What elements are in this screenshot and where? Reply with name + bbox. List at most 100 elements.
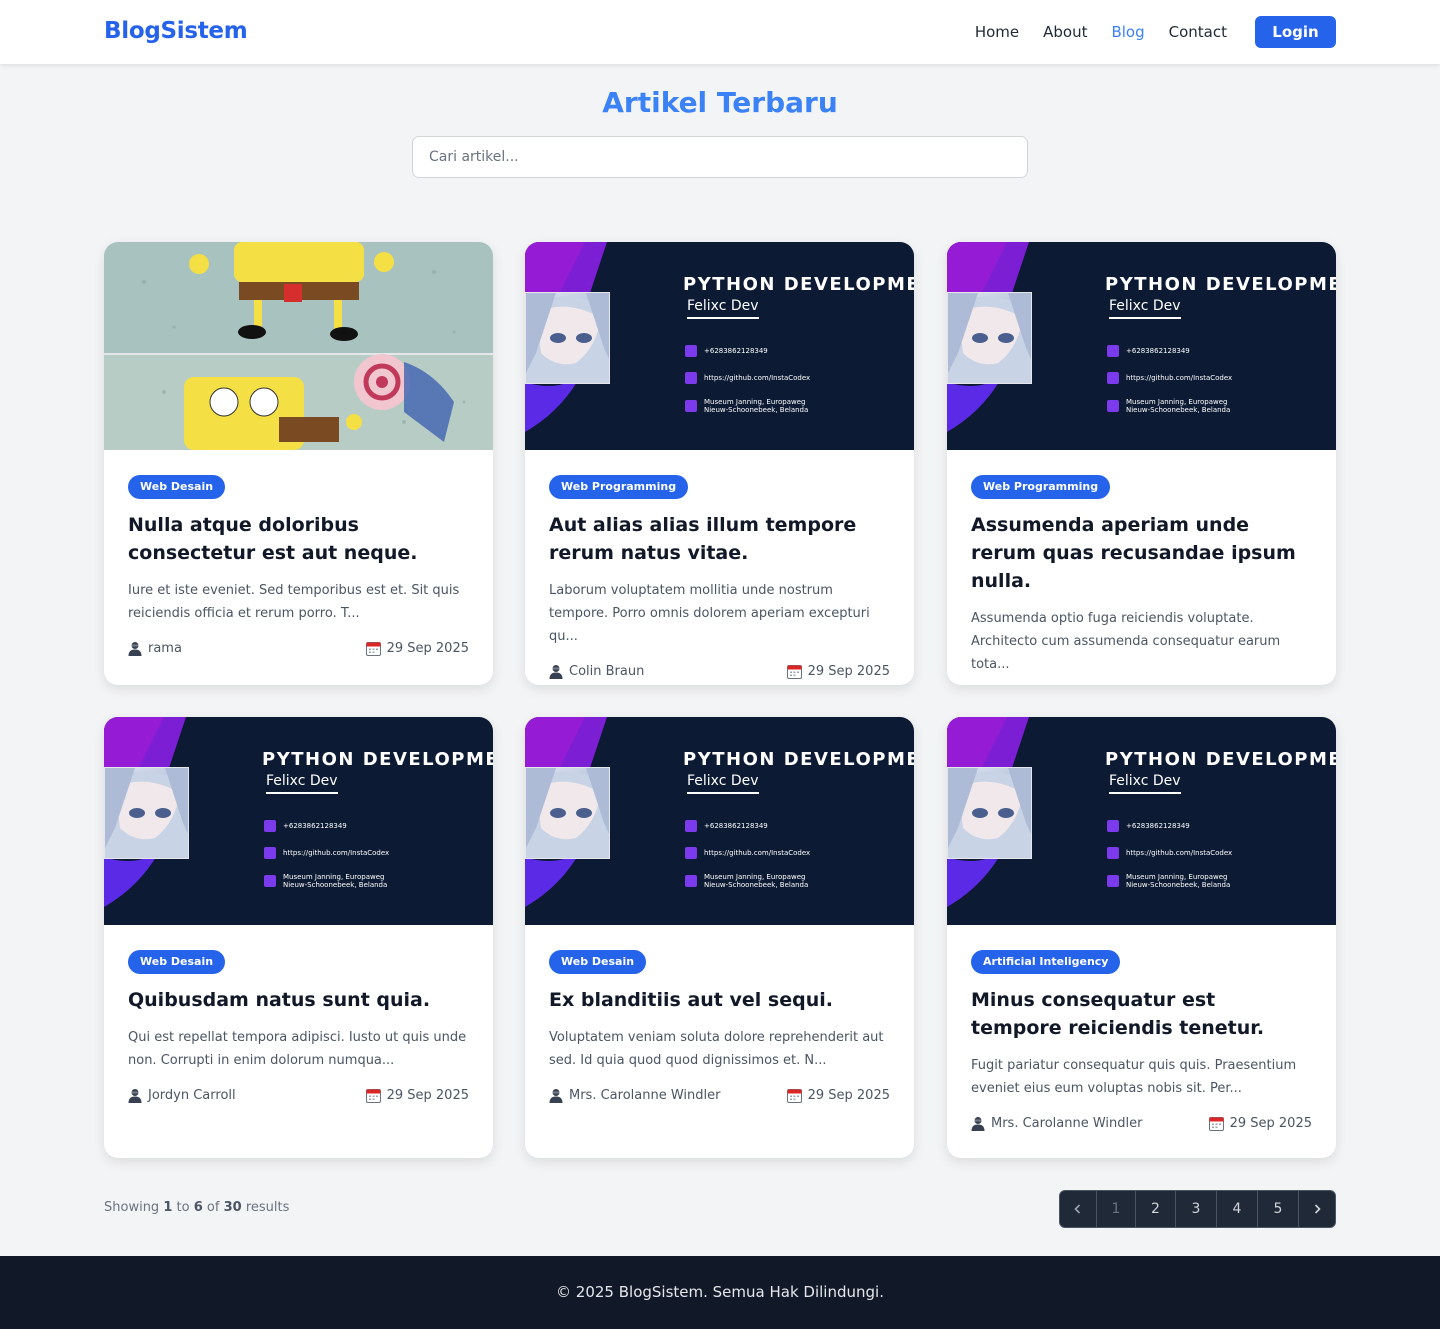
- card-image-python-developer: PYTHON DEVELOPME Felixc Dev +62838621283…: [525, 717, 914, 925]
- article-excerpt: Iure et iste eveniet. Sed temporibus est…: [128, 583, 460, 621]
- avatar-face-icon: [948, 293, 1031, 383]
- article-title[interactable]: Assumenda aperiam unde rerum quas recusa…: [971, 511, 1312, 595]
- article-card-body: Web Desain Quibusdam natus sunt quia. Qu…: [104, 925, 493, 1103]
- category-badge[interactable]: Web Desain: [549, 950, 647, 974]
- card-image-name: Felixc Dev: [1109, 773, 1181, 794]
- category-badge[interactable]: Web Desain: [128, 475, 226, 499]
- card-image-title: PYTHON DEVELOPME: [683, 274, 914, 295]
- category-badge[interactable]: Web Desain: [128, 950, 226, 974]
- card-image-phone: +6283862128349: [685, 820, 768, 832]
- article-card[interactable]: Web Desain Nulla atque doloribus consect…: [104, 242, 493, 685]
- article-title[interactable]: Ex blanditiis aut vel sequi.: [549, 986, 890, 1014]
- card-image-phone: +6283862128349: [1107, 345, 1190, 357]
- nav-link-contact[interactable]: Contact: [1169, 16, 1227, 48]
- globe-icon: [1107, 372, 1119, 384]
- calendar-icon: [365, 1089, 381, 1103]
- user-icon: [128, 1089, 142, 1103]
- search-input[interactable]: [412, 136, 1028, 178]
- nav-link-blog[interactable]: Blog: [1111, 16, 1144, 48]
- card-image-title: PYTHON DEVELOPME: [1105, 274, 1336, 295]
- article-meta: Colin Braun 29 Sep 2025: [549, 664, 890, 679]
- article-card-body: Web Programming Aut alias alias illum te…: [525, 450, 914, 679]
- article-card-body: Artificial Inteligency Minus consequatur…: [947, 925, 1336, 1131]
- login-button[interactable]: Login: [1255, 16, 1336, 48]
- page-1[interactable]: 1: [1097, 1191, 1136, 1227]
- category-badge[interactable]: Web Programming: [549, 475, 689, 499]
- article-meta: Jordyn Carroll 29 Sep 2025: [128, 1088, 469, 1103]
- card-image-title: PYTHON DEVELOPME: [1105, 749, 1336, 770]
- nav-link-about[interactable]: About: [1043, 16, 1087, 48]
- location-icon: [685, 400, 697, 412]
- page-2[interactable]: 2: [1136, 1191, 1176, 1227]
- nav-link-home[interactable]: Home: [975, 16, 1019, 48]
- user-icon: [549, 665, 563, 679]
- article-thumbnail[interactable]: PYTHON DEVELOPME Felixc Dev +62838621283…: [947, 717, 1336, 925]
- anime-avatar-image: [525, 292, 610, 384]
- article-thumbnail[interactable]: PYTHON DEVELOPME Felixc Dev +62838621283…: [525, 717, 914, 925]
- pagination: 1 2 3 4 5: [1059, 1190, 1336, 1228]
- location-icon: [1107, 875, 1119, 887]
- user-icon: [128, 642, 142, 656]
- author-name: Mrs. Carolanne Windler: [991, 1116, 1143, 1131]
- chevron-right-icon: [1314, 1204, 1321, 1214]
- article-card[interactable]: PYTHON DEVELOPME Felixc Dev +62838621283…: [947, 242, 1336, 685]
- card-image-title: PYTHON DEVELOPME: [683, 749, 914, 770]
- user-icon: [549, 1089, 563, 1103]
- prev-page-button[interactable]: [1060, 1191, 1097, 1227]
- card-image-name: Felixc Dev: [266, 773, 338, 794]
- card-image-address: Museum Janning, Europaweg Nieuw-Schoonebe…: [264, 873, 387, 889]
- article-card[interactable]: PYTHON DEVELOPME Felixc Dev +62838621283…: [947, 717, 1336, 1158]
- date-text: 29 Sep 2025: [807, 1088, 890, 1103]
- category-badge[interactable]: Web Programming: [971, 475, 1111, 499]
- nav-links: Home About Blog Contact Login: [951, 16, 1336, 48]
- calendar-icon: [786, 1089, 802, 1103]
- article-card[interactable]: PYTHON DEVELOPME Felixc Dev +62838621283…: [525, 242, 914, 685]
- author: Jordyn Carroll: [128, 1088, 236, 1103]
- article-excerpt: Qui est repellat tempora adipisci. Iusto…: [128, 1030, 467, 1068]
- article-title[interactable]: Minus consequatur est tempore reiciendis…: [971, 986, 1312, 1042]
- card-image-website: https://github.com/InstaCodex: [685, 847, 810, 859]
- page-5[interactable]: 5: [1258, 1191, 1299, 1227]
- publish-date: 29 Sep 2025: [786, 1088, 890, 1103]
- article-excerpt: Voluptatem veniam soluta dolore reprehen…: [549, 1030, 884, 1068]
- globe-icon: [685, 372, 697, 384]
- card-image-python-developer: PYTHON DEVELOPME Felixc Dev +62838621283…: [104, 717, 493, 925]
- article-card[interactable]: PYTHON DEVELOPME Felixc Dev +62838621283…: [104, 717, 493, 1158]
- next-page-button[interactable]: [1299, 1191, 1335, 1227]
- article-thumbnail[interactable]: [104, 242, 493, 450]
- author-name: Mrs. Carolanne Windler: [569, 1088, 721, 1103]
- article-title[interactable]: Nulla atque doloribus consectetur est au…: [128, 511, 469, 567]
- publish-date: 29 Sep 2025: [786, 664, 890, 679]
- article-card[interactable]: PYTHON DEVELOPME Felixc Dev +62838621283…: [525, 717, 914, 1158]
- article-title[interactable]: Aut alias alias illum tempore rerum natu…: [549, 511, 890, 567]
- article-title[interactable]: Quibusdam natus sunt quia.: [128, 986, 469, 1014]
- publish-date: 29 Sep 2025: [365, 1088, 469, 1103]
- author: Mrs. Carolanne Windler: [549, 1088, 720, 1103]
- page-3[interactable]: 3: [1176, 1191, 1217, 1227]
- article-meta: Mrs. Carolanne Windler 29 Sep 2025: [971, 1116, 1312, 1131]
- calendar-icon: [365, 642, 381, 656]
- author: Mrs. Carolanne Windler: [971, 1116, 1142, 1131]
- user-icon: [971, 1117, 985, 1131]
- article-thumbnail[interactable]: PYTHON DEVELOPME Felixc Dev +62838621283…: [104, 717, 493, 925]
- author-name: rama: [148, 641, 182, 656]
- anime-avatar-image: [525, 767, 610, 859]
- card-image-name: Felixc Dev: [687, 298, 759, 319]
- navbar: BlogSistem Home About Blog Contact Login: [0, 0, 1440, 64]
- card-image-address: Museum Janning, Europaweg Nieuw-Schoonebe…: [685, 873, 808, 889]
- date-text: 29 Sep 2025: [386, 1088, 469, 1103]
- category-badge[interactable]: Artificial Inteligency: [971, 950, 1121, 974]
- avatar-face-icon: [948, 768, 1031, 858]
- page-4[interactable]: 4: [1217, 1191, 1258, 1227]
- chevron-left-icon: [1074, 1204, 1081, 1214]
- article-thumbnail[interactable]: PYTHON DEVELOPME Felixc Dev +62838621283…: [947, 242, 1336, 450]
- results-summary: Showing 1 to 6 of 30 results: [104, 1200, 290, 1215]
- footer: © 2025 BlogSistem. Semua Hak Dilindungi.: [0, 1256, 1440, 1329]
- globe-icon: [685, 847, 697, 859]
- card-image-python-developer: PYTHON DEVELOPME Felixc Dev +62838621283…: [947, 717, 1336, 925]
- brand-logo[interactable]: BlogSistem: [104, 18, 248, 44]
- card-image-address: Museum Janning, Europaweg Nieuw-Schoonebe…: [685, 398, 808, 414]
- article-card-body: Web Desain Nulla atque doloribus consect…: [104, 450, 493, 656]
- card-image-name: Felixc Dev: [687, 773, 759, 794]
- article-thumbnail[interactable]: PYTHON DEVELOPME Felixc Dev +62838621283…: [525, 242, 914, 450]
